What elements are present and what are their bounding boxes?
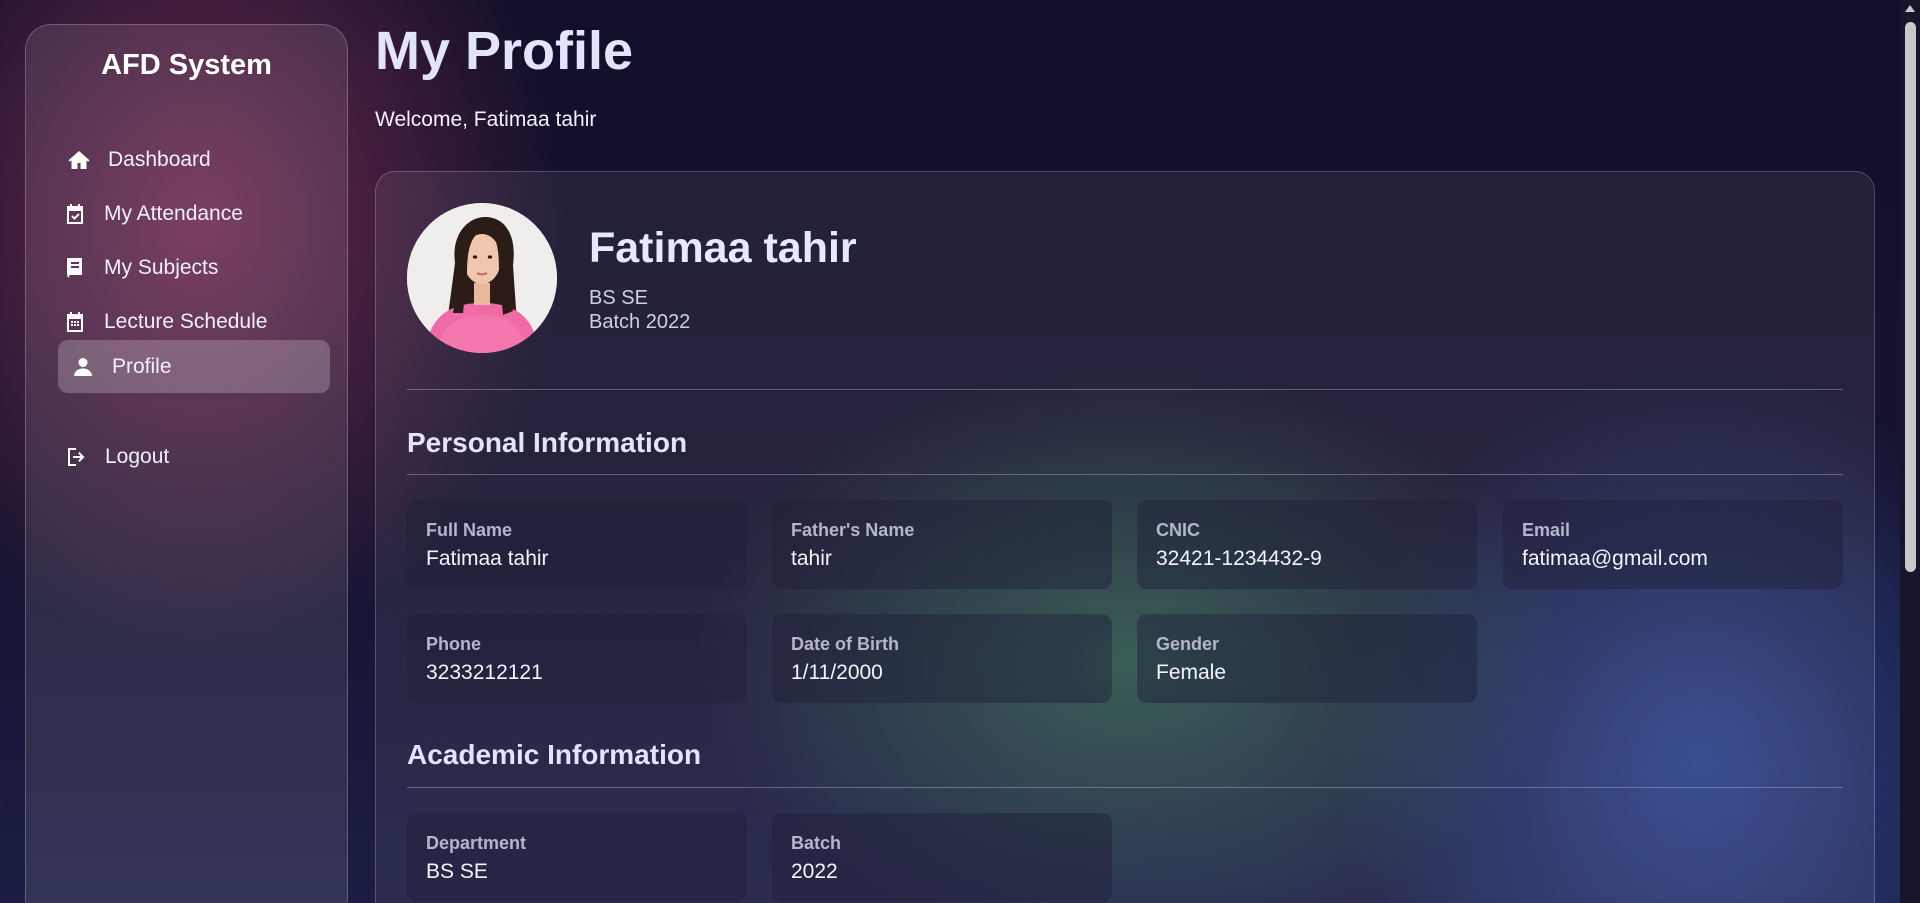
scroll-thumb[interactable] <box>1905 22 1916 572</box>
field-date-of-birth: Date of Birth 1/11/2000 <box>772 614 1112 703</box>
user-icon <box>70 354 96 380</box>
section-divider <box>407 787 1843 788</box>
logout-icon <box>63 444 89 470</box>
page-scrollbar[interactable] <box>1900 0 1920 903</box>
profile-batch: Batch 2022 <box>589 311 691 333</box>
field-full-name: Full Name Fatimaa tahir <box>407 500 747 589</box>
home-icon <box>66 147 92 173</box>
field-batch: Batch 2022 <box>772 813 1112 902</box>
field-label: Date of Birth <box>791 634 899 654</box>
sidebar-item-label: Lecture Schedule <box>104 310 268 333</box>
section-divider <box>407 474 1843 475</box>
sidebar-item-label: Dashboard <box>108 148 211 171</box>
brand-title: AFD System <box>101 49 272 81</box>
sidebar-item-dashboard[interactable]: Dashboard <box>58 134 330 186</box>
field-value: 32421-1234432-9 <box>1156 547 1322 570</box>
field-label: Gender <box>1156 634 1220 654</box>
field-gender: Gender Female <box>1137 614 1477 703</box>
sidebar-item-my-attendance[interactable]: My Attendance <box>58 188 330 240</box>
field-label: Email <box>1522 520 1571 540</box>
field-fathers-name: Father's Name tahir <box>772 500 1112 589</box>
field-department: Department BS SE <box>407 813 747 902</box>
calendar-icon <box>62 309 88 335</box>
sidebar-item-label: My Attendance <box>104 202 243 225</box>
field-value: Fatimaa tahir <box>426 547 549 570</box>
sidebar-item-my-subjects[interactable]: My Subjects <box>58 242 330 294</box>
welcome-text: Welcome, Fatimaa tahir <box>375 108 597 131</box>
sidebar-item-label: Profile <box>112 354 172 378</box>
sidebar-item-label: My Subjects <box>104 256 219 279</box>
field-value: 3233212121 <box>426 661 543 684</box>
logout-button[interactable]: Logout <box>58 431 330 483</box>
sidebar-item-profile[interactable]: Profile <box>58 340 330 393</box>
field-value: fatimaa@gmail.com <box>1522 547 1708 570</box>
field-value: tahir <box>791 547 832 570</box>
divider <box>407 389 1843 390</box>
field-label: Full Name <box>426 520 513 540</box>
field-value: Female <box>1156 661 1227 684</box>
field-label: CNIC <box>1156 520 1200 540</box>
field-label: Father's Name <box>791 520 915 540</box>
field-email: Email fatimaa@gmail.com <box>1503 500 1843 589</box>
book-icon <box>62 255 88 281</box>
logout-label: Logout <box>105 445 170 468</box>
page-title: My Profile <box>375 21 634 81</box>
field-value: 1/11/2000 <box>791 661 883 684</box>
profile-name: Fatimaa tahir <box>589 224 857 272</box>
sidebar: AFD System Dashboard My Attendance My Su… <box>25 24 348 903</box>
scroll-up-arrow-icon[interactable] <box>1905 5 1915 12</box>
personal-info-title: Personal Information <box>407 427 688 458</box>
profile-photo <box>407 203 557 353</box>
calendar-check-icon <box>62 201 88 227</box>
avatar <box>407 203 557 353</box>
field-cnic: CNIC 32421-1234432-9 <box>1137 500 1477 589</box>
field-value: 2022 <box>791 860 838 883</box>
field-label: Batch <box>791 833 842 853</box>
field-label: Phone <box>426 634 482 654</box>
profile-program: BS SE <box>589 287 648 309</box>
field-label: Department <box>426 833 527 853</box>
field-value: BS SE <box>426 860 488 883</box>
profile-card: Fatimaa tahir BS SE Batch 2022 Personal … <box>375 171 1875 903</box>
academic-info-title: Academic Information <box>407 739 702 770</box>
field-phone: Phone 3233212121 <box>407 614 747 703</box>
